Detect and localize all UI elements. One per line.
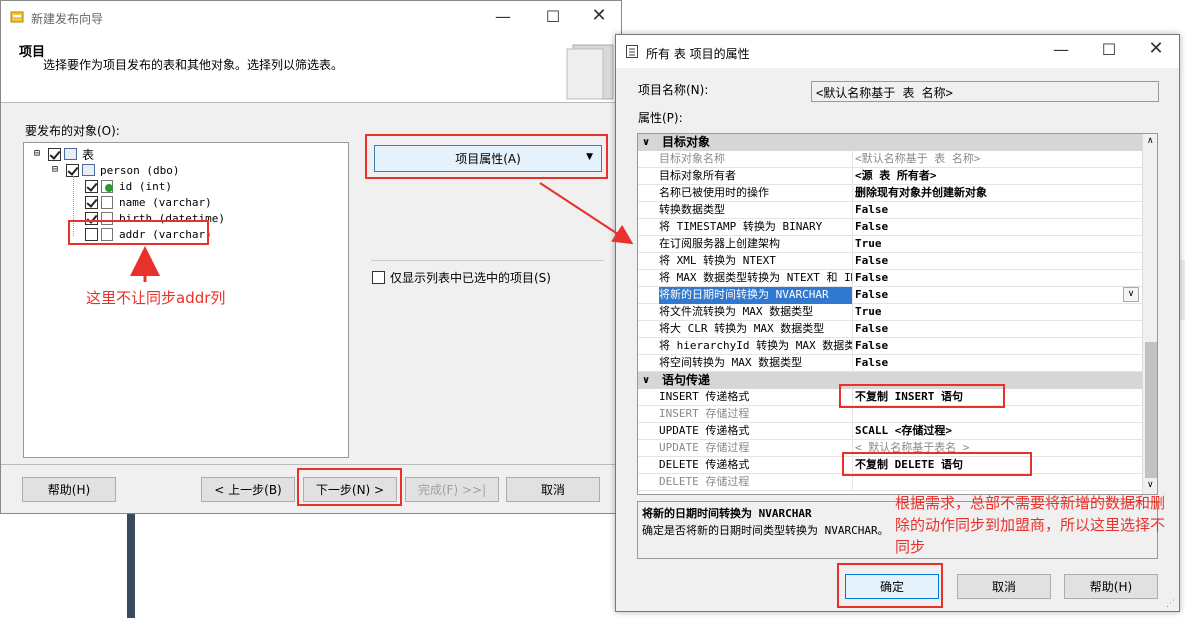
annotation-text-statement: 根据需求，总部不需要将新增的数据和删除的动作同步到加盟商，所以这里选择不同步 [895, 494, 1166, 556]
annotation-text-addr: 这里不让同步addr列 [86, 289, 226, 307]
